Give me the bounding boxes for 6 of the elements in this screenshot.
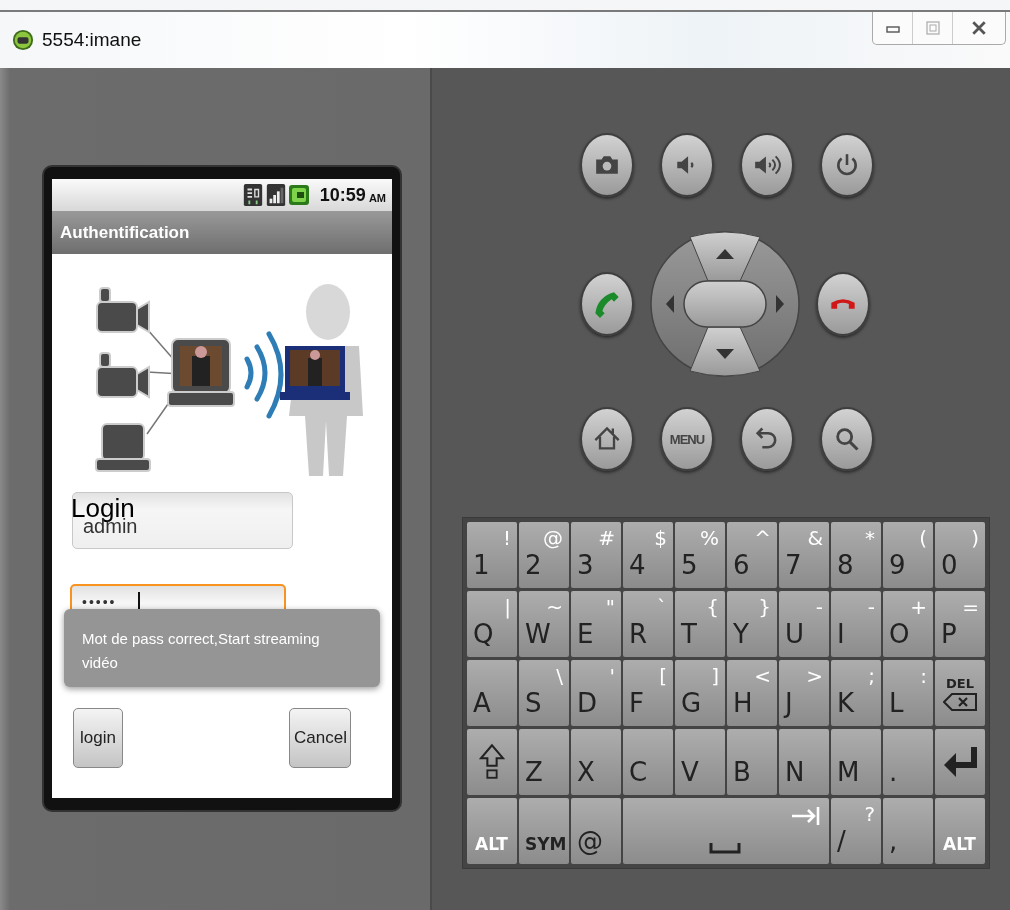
password-value: ••••• xyxy=(82,594,117,610)
toast-text: Mot de pass correct,Start streaming vidéo xyxy=(82,629,321,673)
app-title: Authentification xyxy=(60,222,190,243)
window-title: 5554:imane xyxy=(42,29,142,51)
status-period: AM xyxy=(368,191,386,204)
status-time: 10:59 xyxy=(319,184,366,206)
